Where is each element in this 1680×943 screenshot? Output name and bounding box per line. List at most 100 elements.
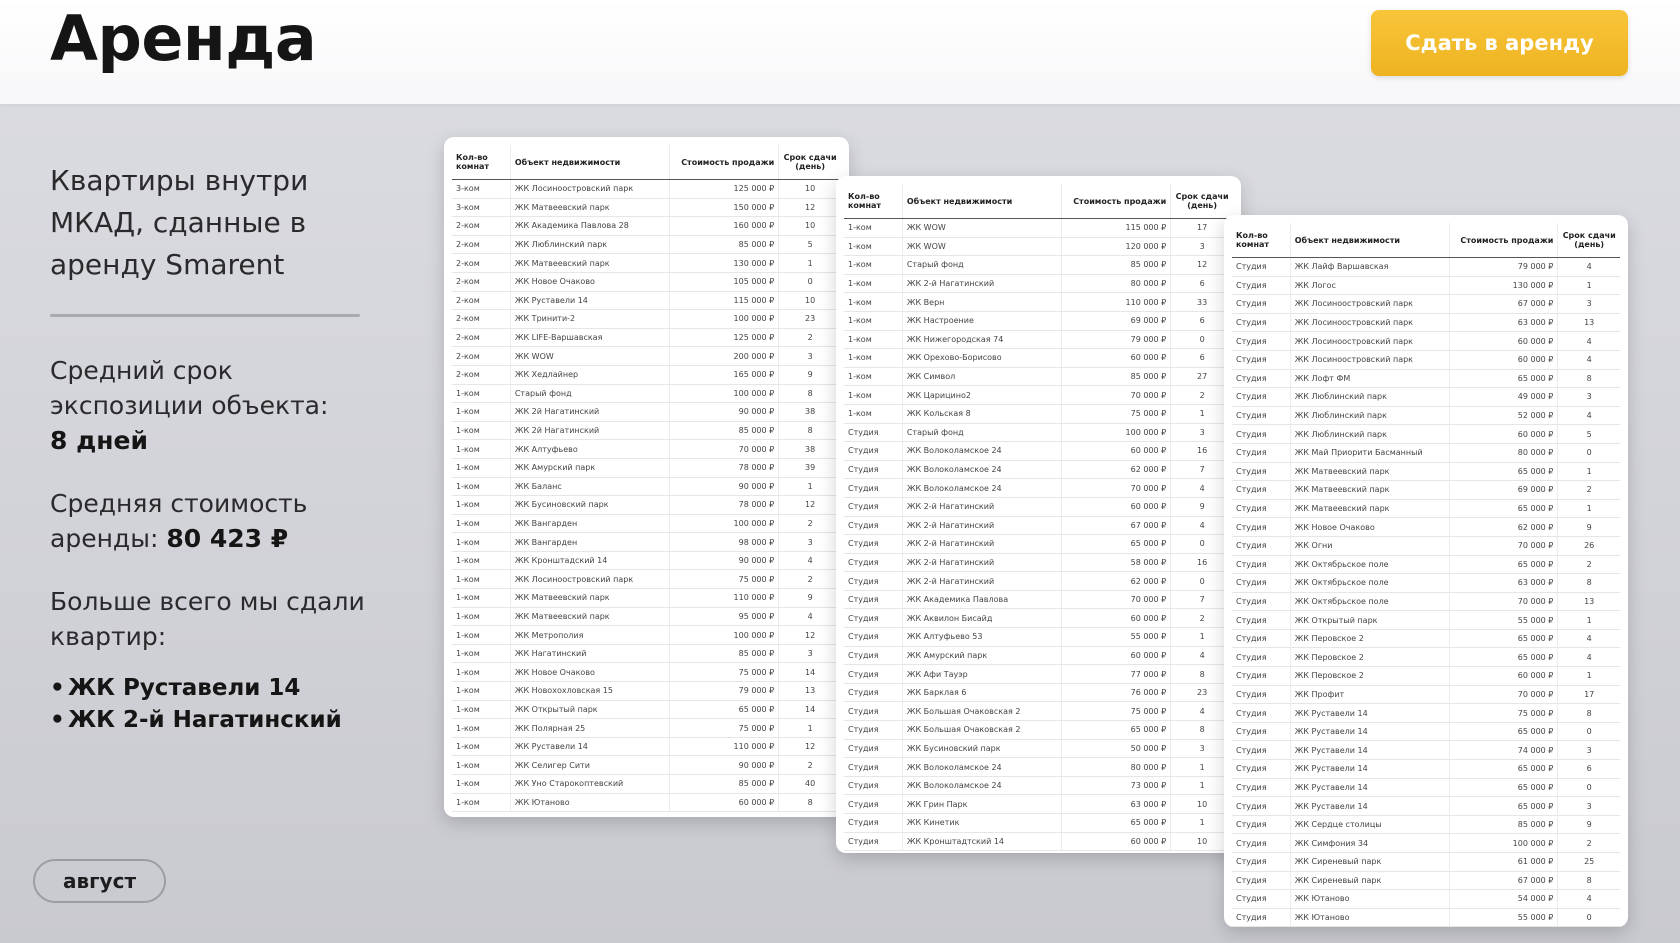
- rooms-cell: 2-ком: [452, 346, 511, 366]
- days-cell: 1: [778, 477, 841, 497]
- table-row: 1-ком ЖК Матвеевский парк 95 000 ₽4: [452, 607, 841, 627]
- rooms-cell: Студия: [1232, 499, 1291, 519]
- days-cell: 2: [1557, 555, 1620, 575]
- days-cell: 2: [778, 569, 841, 590]
- object-cell: ЖК Большая Очаковская 2: [901, 720, 1062, 740]
- object-cell: ЖК Метрополия: [509, 625, 670, 645]
- table-row: 2-ком ЖК Новое Очаково 105 000 ₽0: [452, 272, 841, 292]
- object-cell: ЖК Перовское 2: [1289, 647, 1450, 668]
- days-cell: 8: [1557, 871, 1620, 891]
- object-cell: ЖК 2й Нагатинский: [509, 421, 670, 441]
- table-row: Студия ЖК 2-й Нагатинский 60 000 ₽9: [844, 497, 1233, 517]
- table-row: 1-ком ЖК Метрополия 100 000 ₽12: [452, 625, 841, 645]
- table-row: 1-ком ЖК Матвеевский парк 110 000 ₽9: [452, 588, 841, 608]
- table-row: 2-ком ЖК WOW 200 000 ₽3: [452, 346, 841, 366]
- days-cell: 1: [1557, 499, 1620, 519]
- object-cell: ЖК Руставели 14: [1289, 722, 1450, 742]
- object-cell: ЖК Вангарден: [509, 514, 670, 534]
- price-cell: 65 000 ₽: [1448, 462, 1558, 482]
- object-cell: ЖК Люблинский парк: [1289, 387, 1450, 407]
- days-cell: 4: [1557, 889, 1620, 909]
- object-cell: ЖК Волоколамское 24: [901, 460, 1062, 480]
- object-cell: ЖК Амурский парк: [509, 458, 670, 478]
- object-cell: ЖК Бусиновский парк: [901, 739, 1062, 759]
- price-cell: 67 000 ₽: [1061, 516, 1171, 536]
- rooms-cell: 1-ком: [844, 218, 903, 238]
- object-cell: ЖК Сиреневый парк: [1289, 852, 1450, 872]
- rooms-cell: Студия: [1232, 424, 1291, 444]
- table-row: 1-ком ЖК Кронштадский 14 90 000 ₽4: [452, 551, 841, 571]
- price-cell: 75 000 ₽: [669, 718, 779, 738]
- rooms-cell: Студия: [1232, 573, 1291, 593]
- price-cell: 79 000 ₽: [1448, 257, 1558, 277]
- table-row: Студия ЖК Амурский парк 60 000 ₽4: [844, 646, 1233, 666]
- days-cell: 12: [778, 495, 841, 515]
- table-row: 2-ком ЖК Люблинский парк 85 000 ₽5: [452, 235, 841, 255]
- price-cell: 60 000 ₽: [1448, 331, 1558, 351]
- table-row: 2-ком ЖК Хедлайнер 165 000 ₽9: [452, 365, 841, 385]
- rent-out-button[interactable]: Сдать в аренду: [1371, 10, 1628, 76]
- avg-term-label: Средний срок экспозиции объекта:: [50, 356, 329, 420]
- rooms-cell: 1-ком: [452, 495, 511, 515]
- column-header-days: Срок сдачи (день): [1170, 184, 1233, 219]
- table-row: Студия ЖК Большая Очаковская 2 65 000 ₽8: [844, 720, 1233, 740]
- price-cell: 60 000 ₽: [1061, 497, 1171, 517]
- object-cell: ЖК Ютаново: [1289, 889, 1450, 909]
- rooms-cell: 1-ком: [844, 385, 903, 405]
- object-cell: ЖК Новохохловская 15: [509, 681, 670, 701]
- object-cell: ЖК Волоколамское 24: [901, 478, 1062, 498]
- price-cell: 110 000 ₽: [669, 588, 779, 608]
- object-cell: ЖК Новое Очаково: [509, 272, 670, 292]
- days-cell: 5: [778, 235, 841, 255]
- days-cell: 3: [1557, 294, 1620, 314]
- rooms-cell: Студия: [1232, 610, 1291, 630]
- object-cell: ЖК Люблинский парк: [509, 235, 670, 255]
- table-row: Студия ЖК Волоколамское 24 70 000 ₽4: [844, 478, 1233, 498]
- days-cell: 0: [1557, 443, 1620, 463]
- price-cell: 80 000 ₽: [1061, 274, 1171, 294]
- price-cell: 100 000 ₽: [669, 625, 779, 645]
- price-cell: 200 000 ₽: [669, 346, 779, 366]
- rooms-cell: Студия: [844, 534, 903, 554]
- rooms-cell: 2-ком: [452, 328, 511, 348]
- rooms-cell: 2-ком: [452, 216, 511, 236]
- days-cell: 2: [1557, 480, 1620, 500]
- price-cell: 65 000 ₽: [1448, 369, 1558, 389]
- object-cell: ЖК Настроение: [901, 311, 1062, 331]
- object-cell: ЖК Перовское 2: [1289, 629, 1450, 649]
- rooms-cell: Студия: [1232, 276, 1291, 296]
- table-row: Студия ЖК Руставели 14 65 000 ₽0: [1232, 722, 1620, 742]
- table-row: 1-ком ЖК Амурский парк 78 000 ₽39: [452, 458, 841, 478]
- object-cell: ЖК Волоколамское 24: [901, 441, 1062, 461]
- price-cell: 85 000 ₽: [669, 421, 779, 441]
- price-cell: 63 000 ₽: [1448, 573, 1558, 593]
- object-cell: ЖК Открытый парк: [509, 700, 670, 720]
- rooms-cell: 3-ком: [452, 198, 511, 218]
- price-cell: 130 000 ₽: [669, 253, 779, 273]
- rooms-cell: Студия: [1232, 443, 1291, 463]
- table-row: 1-ком ЖК Открытый парк 65 000 ₽14: [452, 700, 841, 720]
- price-cell: 85 000 ₽: [669, 774, 779, 794]
- rooms-cell: Студия: [1232, 257, 1291, 277]
- price-cell: 150 000 ₽: [669, 198, 779, 218]
- days-cell: 4: [1557, 629, 1620, 649]
- price-cell: 80 000 ₽: [1061, 757, 1171, 777]
- rooms-cell: Студия: [844, 832, 903, 852]
- month-filter-chip[interactable]: август: [33, 859, 166, 903]
- rooms-cell: Студия: [1232, 517, 1291, 537]
- rooms-cell: 1-ком: [452, 588, 511, 608]
- table-row: 1-ком ЖК Настроение 69 000 ₽6: [844, 311, 1233, 331]
- rental-table: Кол-во комнат Объект недвижимости Стоимост…: [452, 145, 841, 813]
- price-cell: 63 000 ₽: [1061, 794, 1171, 814]
- object-cell: ЖК Матвеевский парк: [509, 253, 670, 273]
- table-row: Студия ЖК Руставели 14 65 000 ₽0: [1232, 778, 1620, 798]
- table-row: 3-ком ЖК Лосиноостровский парк 125 000 ₽10: [452, 179, 841, 199]
- rooms-cell: 1-ком: [844, 367, 903, 387]
- days-cell: 9: [778, 365, 841, 385]
- table-row: Студия ЖК Перовское 2 65 000 ₽4: [1232, 629, 1620, 649]
- days-cell: 0: [1557, 908, 1620, 928]
- object-cell: ЖК Люблинский парк: [1289, 424, 1450, 444]
- object-cell: ЖК Уно Старокоптевский: [509, 774, 670, 794]
- rooms-cell: Студия: [844, 590, 903, 610]
- object-cell: ЖК Волоколамское 24: [901, 757, 1062, 777]
